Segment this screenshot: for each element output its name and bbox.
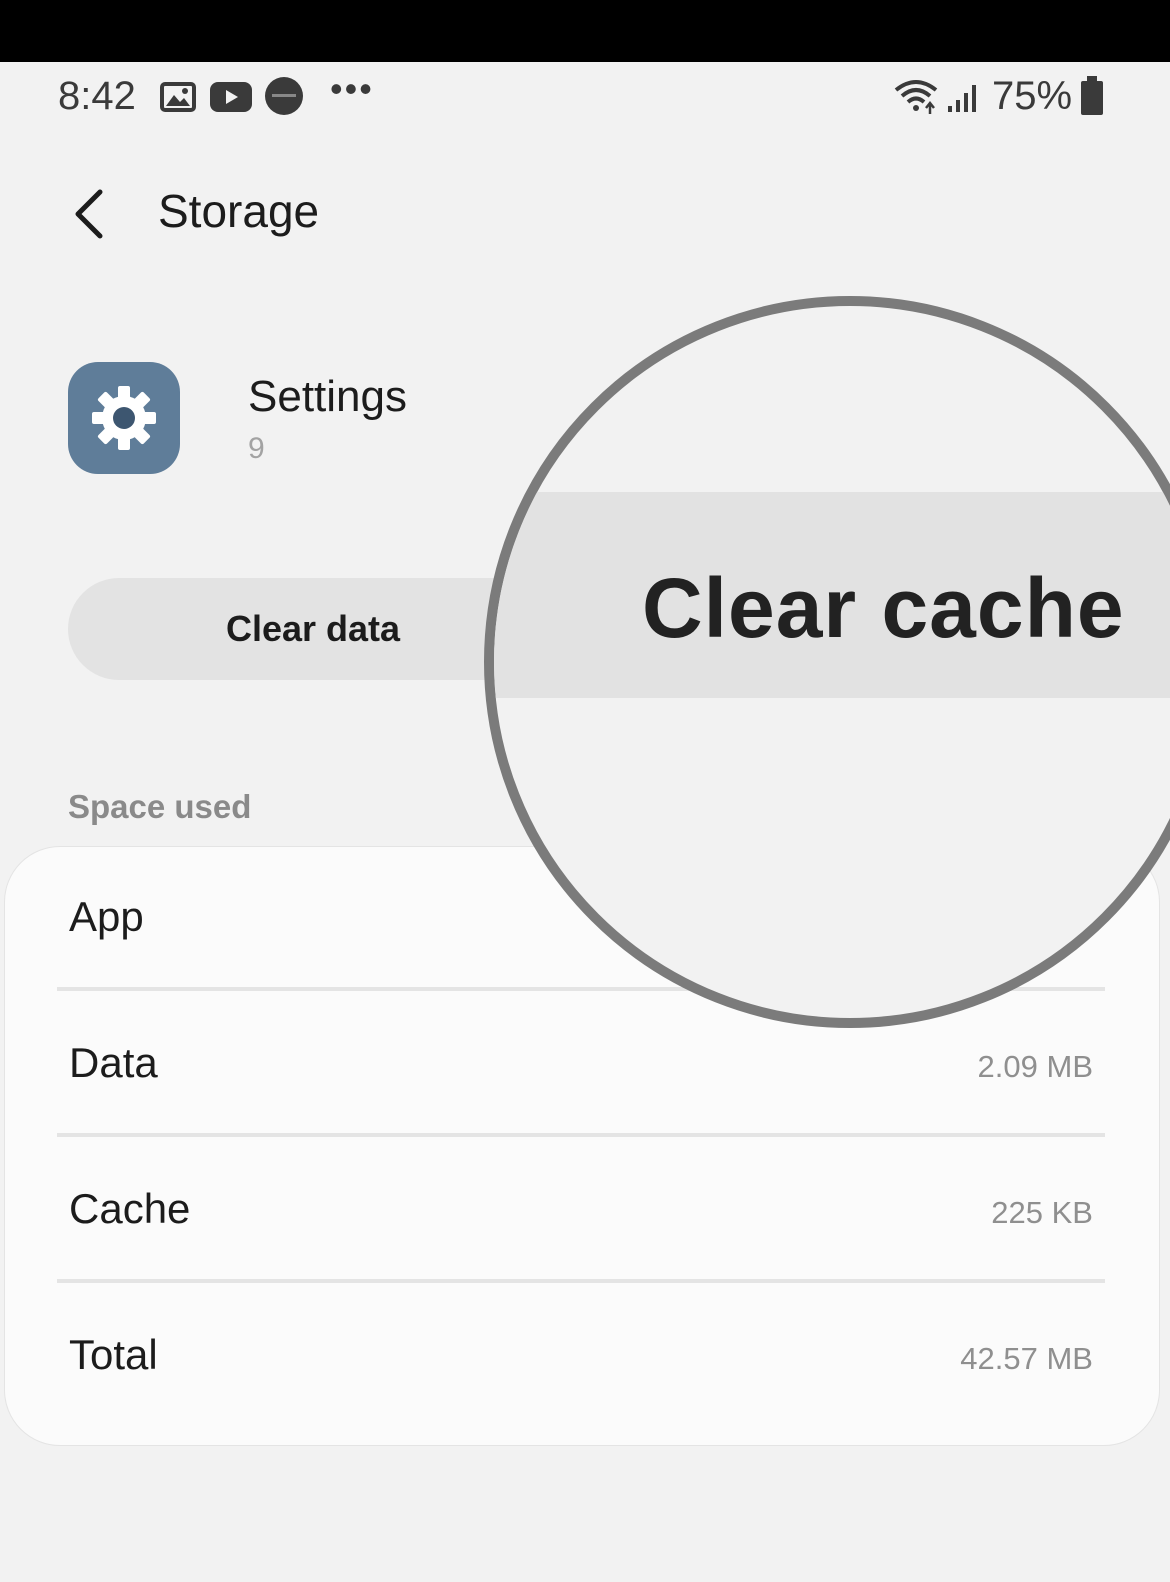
signal-icon <box>946 80 982 119</box>
space-used-label: Space used <box>68 788 252 825</box>
gear-icon <box>92 386 156 450</box>
storage-row-cache: Cache 225 KB <box>5 1139 1159 1285</box>
top-black-bar <box>0 0 1170 62</box>
row-label: Data <box>69 1039 158 1086</box>
battery-percent: 75% <box>992 74 1073 118</box>
battery-icon <box>1080 76 1104 121</box>
youtube-icon <box>210 82 252 117</box>
storage-row-data: Data 2.09 MB <box>5 993 1159 1139</box>
chevron-left-icon <box>75 189 103 239</box>
gallery-icon <box>160 82 196 117</box>
row-label: Cache <box>69 1185 191 1232</box>
samsung-app-icon <box>264 76 304 121</box>
wifi-icon <box>892 76 940 121</box>
page-title: Storage <box>158 185 320 237</box>
settings-app-icon <box>68 362 180 474</box>
row-divider <box>57 1279 1105 1283</box>
status-bar: 8:42 ••• 75% <box>0 62 1170 132</box>
more-dots-icon: ••• <box>330 68 374 109</box>
back-button[interactable] <box>66 184 116 244</box>
row-divider <box>57 1133 1105 1137</box>
row-label: Total <box>69 1331 158 1378</box>
row-value: 42.57 MB <box>960 1341 1093 1376</box>
row-value: 225 KB <box>991 1195 1093 1230</box>
storage-row-total: Total 42.57 MB <box>5 1285 1159 1431</box>
status-time: 8:42 <box>58 74 136 118</box>
app-version: 9 <box>248 432 265 465</box>
app-header: Storage <box>0 170 1170 260</box>
app-name: Settings <box>248 372 407 421</box>
row-label: App <box>69 893 144 940</box>
clear-cache-label: Clear cache <box>642 561 1125 655</box>
row-value: 2.09 MB <box>977 1049 1093 1084</box>
